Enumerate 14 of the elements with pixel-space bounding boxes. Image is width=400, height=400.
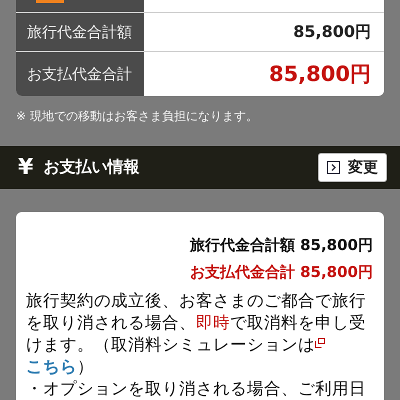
chevron-box-icon [327, 161, 340, 174]
notice-paragraph: ・オプションを取り消される場合、ご利用日 [26, 378, 367, 400]
tag-edge [36, 0, 64, 3]
change-button[interactable]: 変更 [318, 153, 387, 182]
label-cell: 旅行代金合計額 [16, 12, 144, 52]
total-text: 旅行代金合計額 85,800円 [190, 236, 373, 255]
note-text: ※ 現地での移動はお客さま負担になります。 [16, 108, 259, 126]
notice-paragraph: 旅行契約の成立後、お客さまのご都合で旅行を取り消される場合、即時で取消料を申し受けます。（取消料シミュレーションは こちら） [26, 290, 367, 378]
total-text: お支払代金合計 85,800円 [190, 263, 373, 282]
external-link-icon [315, 338, 325, 348]
link[interactable]: こちら [26, 357, 77, 376]
yen-icon: ¥ [18, 155, 34, 180]
label-cell: お支払代金合計 [16, 52, 144, 96]
section-title: お支払い情報 [43, 157, 140, 178]
